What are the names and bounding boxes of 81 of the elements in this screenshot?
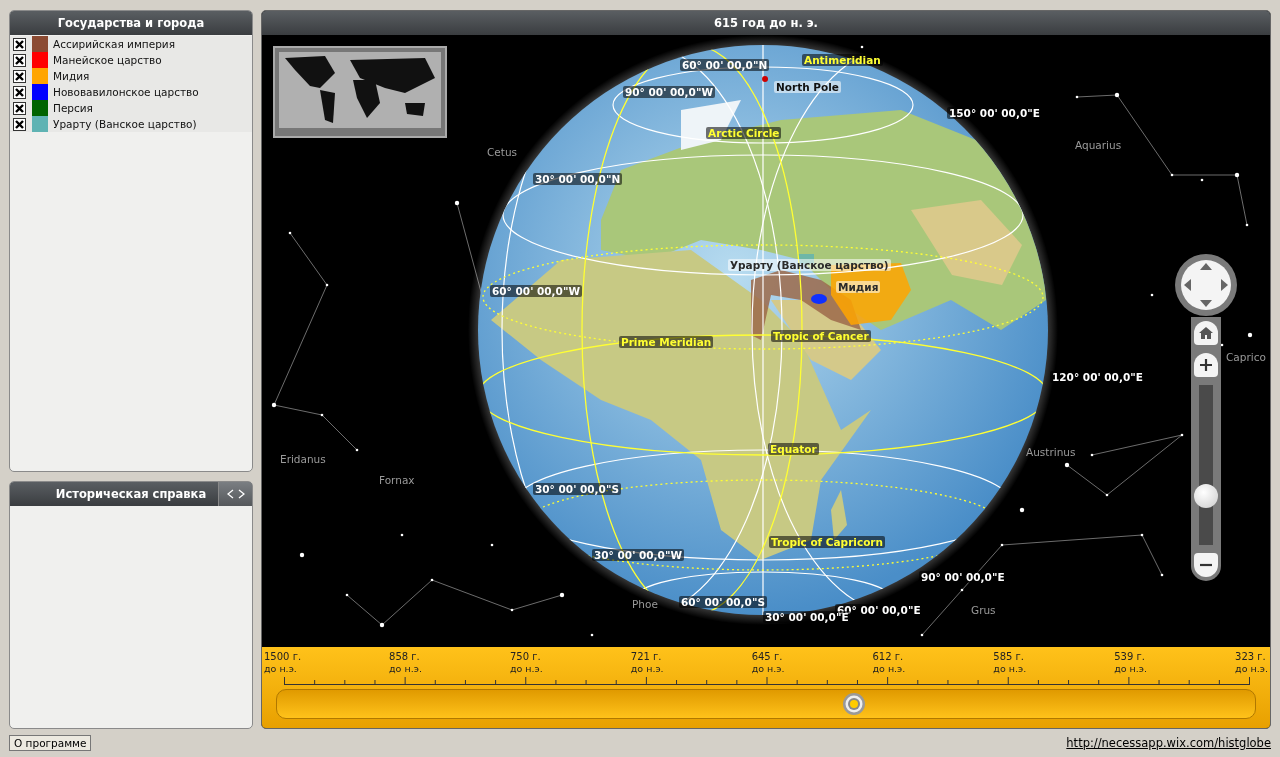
plus-icon (1200, 359, 1212, 371)
map-label: 60° 00' 00,0"W (490, 285, 582, 297)
checkbox[interactable] (13, 53, 26, 67)
era-label: до н.э. (264, 663, 298, 675)
home-icon (1199, 327, 1213, 339)
era-label: до н.э. (509, 663, 543, 675)
slider-thumb[interactable] (1194, 484, 1218, 509)
panel-title: Историческая справка (55, 487, 207, 501)
pan-control[interactable] (1174, 253, 1238, 317)
constellation-label: Grus (971, 604, 996, 616)
map-title: 615 год до н. э. (714, 16, 818, 30)
year-label: 1500 г. (264, 651, 302, 663)
map-label: 30° 00' 00,0"W (592, 549, 684, 561)
constellation-label: Phoe (632, 598, 658, 610)
slider-thumb[interactable] (842, 692, 866, 716)
year-label: 323 г. (1235, 651, 1267, 663)
year-label: 645 г. (751, 651, 784, 663)
map-label: North Pole (774, 81, 841, 93)
checkbox[interactable] (13, 117, 26, 131)
map-label: 120° 00' 00,0"E (1050, 371, 1145, 383)
year-label: 721 г. (630, 651, 663, 663)
year-label: 539 г. (1114, 651, 1146, 663)
constellation-label: Austrinus (1026, 446, 1076, 458)
constellation-label: Fornax (379, 474, 415, 486)
map-label: 30° 00' 00,0"S (533, 483, 621, 495)
zoom-slider[interactable] (1194, 385, 1218, 545)
year-label: 750 г. (509, 651, 542, 663)
website-link[interactable]: http://necessapp.wix.com/histglobe (1066, 736, 1271, 750)
constellation-label: Eridanus (280, 453, 326, 465)
constellation-label: Caprico (1226, 351, 1266, 363)
x-mark-icon (15, 119, 24, 129)
era-label: до н.э. (751, 663, 785, 675)
map-label: Tropic of Cancer (771, 330, 871, 342)
checkbox[interactable] (13, 85, 26, 99)
era-label: до н.э. (872, 663, 906, 675)
map-label: Equator (768, 443, 819, 455)
map-label: 30° 00' 00,0"N (533, 173, 623, 185)
era-label: до н.э. (389, 663, 422, 675)
era-label: до н.э. (630, 663, 664, 675)
zoom-out-button[interactable] (1194, 553, 1218, 577)
world-minimap[interactable] (273, 46, 447, 138)
zoom-in-button[interactable] (1194, 353, 1218, 377)
year-label: 858 г. (389, 651, 421, 663)
x-mark-icon (15, 71, 24, 81)
map-label: Antimeridian (802, 54, 883, 66)
panel-title: Государства и города (57, 16, 205, 30)
timeline-slider[interactable] (276, 689, 1256, 719)
year-label: 585 г. (993, 651, 1026, 663)
map-label: 60° 00' 00,0"N (680, 59, 770, 71)
x-mark-icon (15, 103, 24, 113)
map-label: Arctic Circle (706, 127, 782, 139)
map-label: 90° 00' 00,0"E (919, 571, 1007, 583)
map-label: 60° 00' 00,0"S (679, 596, 767, 608)
map-label: 90° 00' 00,0"W (623, 86, 715, 98)
chevrons-icon (226, 489, 245, 499)
legend-label: Ассирийская империя (53, 38, 175, 50)
legend-label: Мидия (53, 70, 90, 82)
map-label: 150° 00' 00,0"E (947, 107, 1042, 119)
region-label: Урарту (Ванское царство) (728, 259, 891, 271)
legend-label: Нововавилонское царство (53, 86, 199, 98)
x-mark-icon (15, 39, 24, 49)
era-label: до н.э. (1114, 663, 1148, 675)
constellation-label: Aquarius (1075, 139, 1122, 151)
home-button[interactable] (1194, 321, 1218, 345)
expand-button[interactable] (218, 482, 252, 506)
about-button[interactable]: О программе (9, 735, 92, 751)
region-label: Мидия (836, 281, 881, 293)
checkbox[interactable] (13, 101, 26, 115)
era-label: до н.э. (993, 663, 1027, 675)
x-mark-icon (15, 55, 24, 65)
legend-label: Персия (53, 102, 93, 114)
map-label: Prime Meridian (619, 336, 714, 348)
x-mark-icon (15, 87, 24, 97)
map-label: Tropic of Capricorn (769, 536, 885, 548)
legend-label: Урарту (Ванское царство) (53, 118, 197, 130)
checkbox[interactable] (13, 69, 26, 83)
era-label: до н.э. (1235, 663, 1268, 675)
constellation-label: Cetus (487, 146, 518, 158)
legend-label: Манейское царство (53, 54, 162, 66)
year-label: 612 г. (872, 651, 905, 663)
checkbox[interactable] (13, 37, 26, 51)
